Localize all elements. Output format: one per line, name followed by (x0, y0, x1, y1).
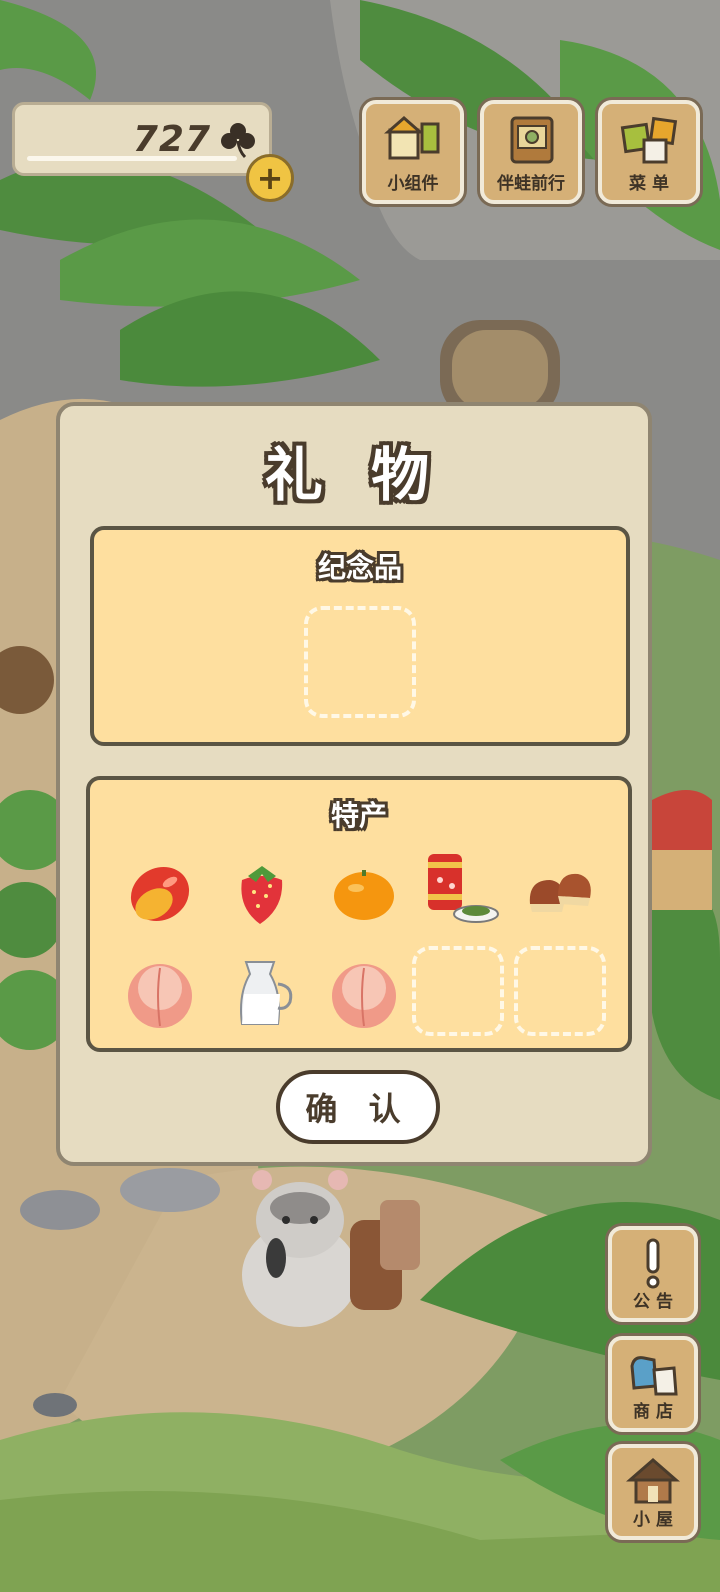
menu-cards-icon (620, 116, 678, 164)
clover-count: 727 (132, 119, 211, 160)
specialty-panel: 特产 (86, 776, 632, 1052)
milk-jug-icon[interactable] (222, 954, 302, 1034)
orange-icon[interactable] (324, 852, 404, 932)
confirm-button[interactable]: 确 认 (276, 1070, 440, 1144)
shop-button[interactable]: 商 店 (608, 1336, 698, 1432)
shop-button-label: 商 店 (633, 1402, 673, 1422)
tea-can-icon[interactable] (420, 848, 500, 928)
strawberry-icon[interactable] (222, 852, 302, 932)
clover-counter: 727 (12, 102, 272, 176)
clover-bar (27, 156, 237, 161)
dialog-title: 礼 物 (264, 441, 444, 509)
souvenir-slot-empty[interactable] (304, 606, 416, 718)
menu-button-label: 菜 单 (629, 174, 669, 194)
house-button[interactable]: 小 屋 (608, 1444, 698, 1540)
journey-button[interactable]: 伴蛙前行 (480, 100, 582, 204)
journey-button-label: 伴蛙前行 (497, 174, 565, 194)
chestnut-icon[interactable] (520, 852, 600, 932)
house-button-label: 小 屋 (633, 1510, 673, 1530)
specialty-title: 特产 (330, 799, 387, 832)
peach-icon[interactable] (324, 954, 404, 1034)
widget-button[interactable]: 小组件 (362, 100, 464, 204)
menu-button[interactable]: 菜 单 (598, 100, 700, 204)
journey-book-icon (510, 116, 554, 164)
house-icon (626, 1458, 680, 1504)
widget-icon (384, 116, 440, 160)
clover-icon (221, 123, 255, 159)
gift-dialog: 礼 物 纪念品 特产 确 认 (56, 402, 652, 1166)
peach-icon[interactable] (120, 954, 200, 1034)
specialty-slot-empty[interactable] (514, 946, 606, 1036)
specialty-slot-empty[interactable] (412, 946, 504, 1036)
notice-button[interactable]: 公 告 (608, 1226, 698, 1322)
exclamation-icon (646, 1238, 660, 1289)
souvenir-panel: 纪念品 (90, 526, 630, 746)
shop-bags-icon (630, 1356, 678, 1396)
souvenir-title: 纪念品 (317, 551, 402, 584)
add-clover-button[interactable]: + (246, 154, 294, 202)
notice-button-label: 公 告 (633, 1292, 673, 1312)
widget-button-label: 小组件 (387, 174, 439, 194)
mango-icon[interactable] (120, 852, 200, 932)
plus-icon: + (256, 159, 284, 197)
